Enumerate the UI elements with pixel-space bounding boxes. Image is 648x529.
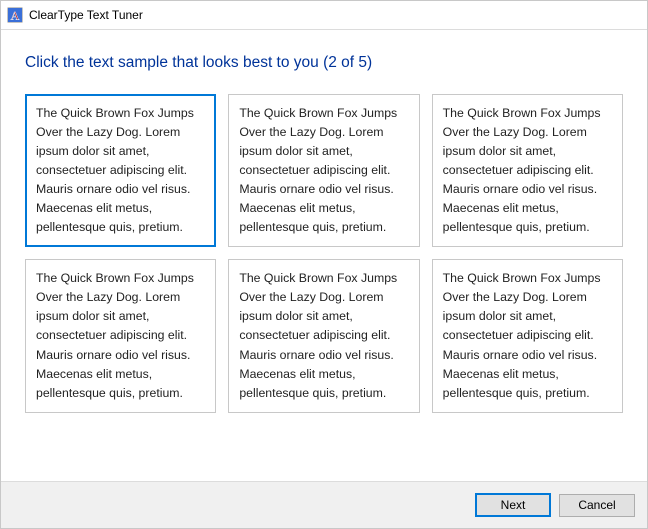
page-heading: Click the text sample that looks best to… [25, 54, 623, 72]
content-area: Click the text sample that looks best to… [1, 30, 647, 481]
window-frame: A ClearType Text Tuner Click the text sa… [0, 0, 648, 529]
next-button[interactable]: Next [475, 493, 551, 517]
text-sample-4[interactable]: The Quick Brown Fox Jumps Over the Lazy … [25, 259, 216, 412]
footer-bar: Next Cancel [1, 481, 647, 528]
sample-grid: The Quick Brown Fox Jumps Over the Lazy … [25, 94, 623, 413]
window-title: ClearType Text Tuner [29, 8, 143, 22]
cancel-button[interactable]: Cancel [559, 494, 635, 517]
text-sample-6[interactable]: The Quick Brown Fox Jumps Over the Lazy … [432, 259, 623, 412]
titlebar: A ClearType Text Tuner [1, 1, 647, 30]
text-sample-1[interactable]: The Quick Brown Fox Jumps Over the Lazy … [25, 94, 216, 247]
text-sample-5[interactable]: The Quick Brown Fox Jumps Over the Lazy … [228, 259, 419, 412]
text-sample-3[interactable]: The Quick Brown Fox Jumps Over the Lazy … [432, 94, 623, 247]
svg-text:A: A [11, 9, 20, 23]
text-sample-2[interactable]: The Quick Brown Fox Jumps Over the Lazy … [228, 94, 419, 247]
app-icon: A [7, 7, 23, 23]
